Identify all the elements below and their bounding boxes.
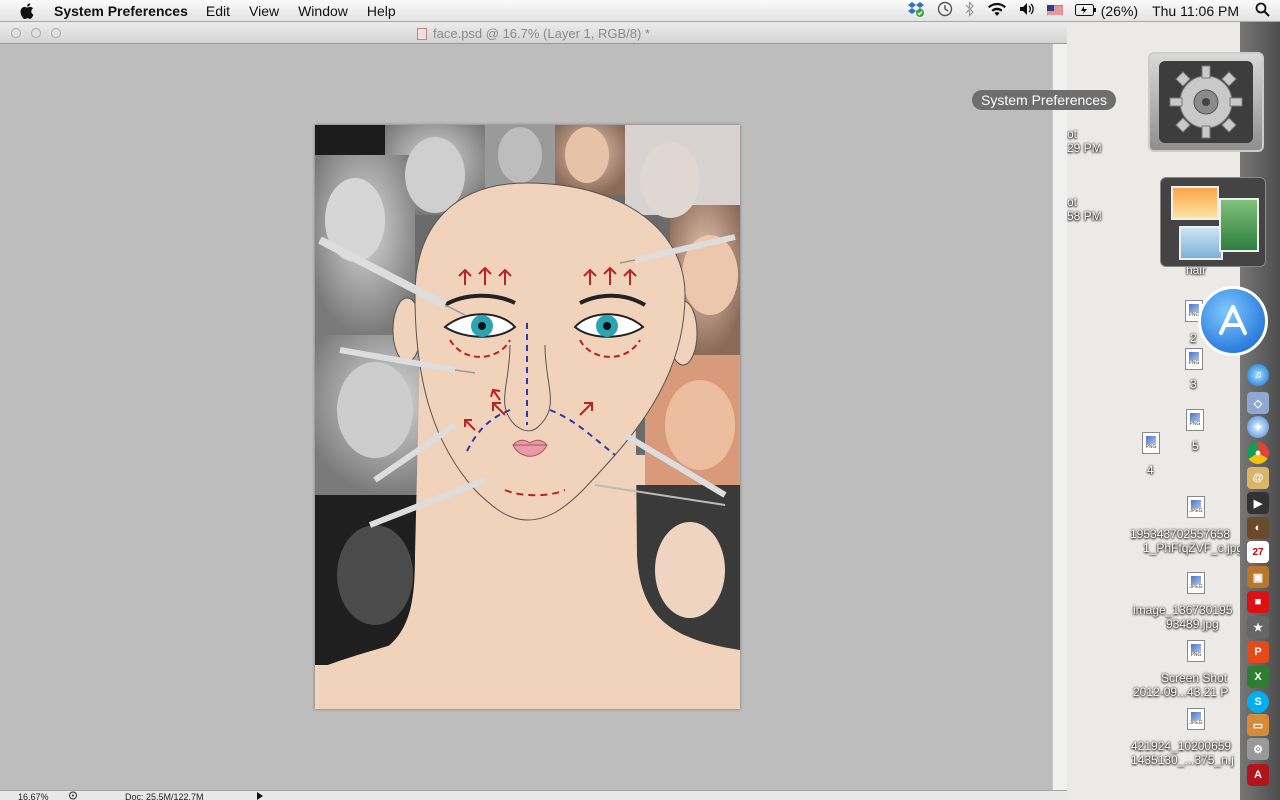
navigator-icon[interactable] (66, 791, 80, 800)
menu-help[interactable]: Help (367, 3, 396, 19)
wifi-icon[interactable] (987, 2, 1007, 20)
powerpoint-icon[interactable]: P (1247, 641, 1269, 663)
status-menu-arrow-icon[interactable] (257, 792, 263, 800)
document-title: face.psd @ 16.7% (Layer 1, RGB/8) * (0, 26, 1067, 41)
png-file-icon[interactable]: PNG (1185, 348, 1203, 370)
photo-booth-icon[interactable]: ■ (1247, 591, 1269, 613)
contacts-icon[interactable]: @ (1247, 467, 1269, 489)
desktop-file-label: 2012-09...43.21 P (1133, 685, 1229, 699)
desktop-label-partial: 29 PM (1067, 141, 1102, 155)
desktop-file-label: Screen Shot (1161, 671, 1228, 685)
desktop-file-label: 1_PhFfqZVF_c.jpg (1143, 541, 1244, 555)
face-artwork (315, 125, 740, 709)
psd-file-icon (417, 28, 428, 40)
imovie-icon[interactable]: ★ (1247, 616, 1269, 638)
calendar-icon[interactable]: 27 (1247, 541, 1269, 563)
desktop-file-label: 3 (1190, 377, 1197, 391)
iphoto-icon[interactable]: ▣ (1247, 566, 1269, 588)
menu-window[interactable]: Window (298, 3, 348, 19)
desktop-file-label: 1435130_...375_n.j (1131, 753, 1234, 767)
status-bar: 16.67% Doc: 25.5M/122.7M (0, 790, 1067, 800)
apple-menu-icon[interactable] (0, 2, 54, 19)
document-title-text: face.psd @ 16.7% (Layer 1, RGB/8) * (433, 26, 650, 41)
desktop-file-label: 421924_10200659 (1131, 739, 1232, 753)
app-store-dock-icon[interactable] (1198, 286, 1268, 356)
desktop-label-partial: ot (1067, 195, 1078, 209)
system-preferences-dock-icon[interactable] (1148, 52, 1264, 152)
desktop-file-label: 93489.jpg (1166, 617, 1219, 631)
jpeg-file-icon[interactable]: JPEG (1187, 572, 1205, 594)
desktop-file-label: 195343702557658 (1130, 527, 1231, 541)
png-file-icon[interactable]: PNG (1186, 409, 1204, 431)
utility-icon[interactable]: ⚙ (1247, 738, 1269, 760)
app-store-icon (1219, 305, 1247, 335)
menu-view[interactable]: View (249, 3, 279, 19)
folder-icon[interactable]: ▭ (1247, 714, 1269, 736)
zoom-level[interactable]: 16.67% (18, 792, 49, 800)
desktop-file-label: 4 (1147, 463, 1154, 477)
window-titlebar[interactable]: face.psd @ 16.7% (Layer 1, RGB/8) * (0, 22, 1067, 44)
gear-icon (1159, 61, 1253, 143)
document-window: face.psd @ 16.7% (Layer 1, RGB/8) * 16.6… (0, 22, 1067, 800)
facetime-icon[interactable]: ▶ (1247, 492, 1269, 514)
menu-edit[interactable]: Edit (206, 3, 230, 19)
document-canvas[interactable] (315, 125, 740, 709)
preview-icon[interactable]: ◇ (1247, 392, 1269, 414)
battery-icon[interactable] (1074, 3, 1097, 19)
dropbox-icon[interactable] (907, 1, 925, 20)
dock-tooltip: System Preferences (972, 90, 1117, 110)
doc-size-info: Doc: 25.5M/122.7M (125, 792, 204, 800)
desktop-file-label: 5 (1192, 439, 1199, 453)
png-file-icon[interactable]: PNG (1187, 640, 1205, 662)
volume-icon[interactable] (1019, 2, 1035, 19)
flag-icon[interactable] (1046, 3, 1063, 19)
spotlight-icon[interactable] (1255, 2, 1270, 20)
png-file-icon[interactable]: PNG (1142, 432, 1160, 454)
photo-app-icon[interactable]: ◐ (1247, 517, 1269, 539)
jpeg-file-icon[interactable]: JPEG (1187, 708, 1205, 730)
menu-bar: System Preferences Edit View Window Help… (0, 0, 1280, 22)
jpeg-file-icon[interactable]: JPEG (1187, 496, 1205, 518)
desktop-file-label: 2 (1190, 331, 1197, 345)
desktop-label-partial: 58 PM (1067, 209, 1102, 223)
desktop-label-partial: ot (1067, 127, 1078, 141)
safari-icon[interactable]: ✦ (1247, 416, 1269, 438)
bluetooth-icon[interactable] (965, 1, 975, 20)
excel-icon[interactable]: X (1247, 666, 1269, 688)
acrobat-icon[interactable]: A (1247, 764, 1269, 786)
skype-icon[interactable]: S (1247, 691, 1269, 713)
time-machine-icon[interactable] (937, 1, 953, 20)
itunes-icon[interactable]: ♫ (1247, 364, 1269, 386)
vertical-scrollbar[interactable] (1052, 44, 1067, 790)
chrome-icon[interactable]: ● (1247, 442, 1269, 464)
desktop-file-label: image_136730195 (1133, 603, 1233, 617)
app-menu[interactable]: System Preferences (54, 3, 188, 19)
menu-clock[interactable]: Thu 11:06 PM (1152, 3, 1239, 19)
stack-folder-icon[interactable] (1160, 177, 1266, 267)
battery-percent: (26%) (1100, 2, 1139, 19)
